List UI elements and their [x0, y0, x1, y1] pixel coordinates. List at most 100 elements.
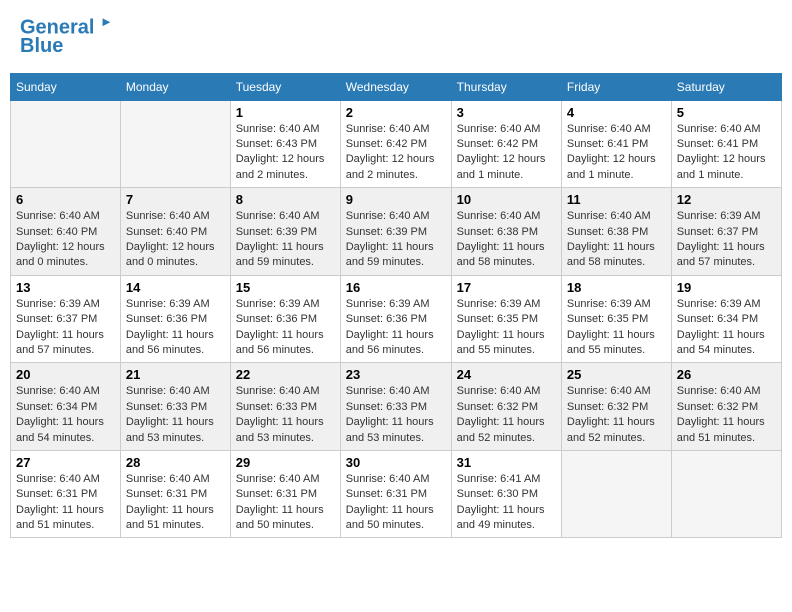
calendar-cell: 12 Sunrise: 6:39 AMSunset: 6:37 PMDayligh… [671, 188, 781, 276]
day-number: 27 [16, 455, 115, 470]
calendar-cell: 18Sunrise: 6:39 AMSunset: 6:35 PMDayligh… [561, 275, 671, 363]
calendar-cell [561, 450, 671, 538]
day-number: 12 [677, 192, 776, 207]
calendar-cell: 8 Sunrise: 6:40 AMSunset: 6:39 PMDaylight… [230, 188, 340, 276]
calendar-cell: 15 Sunrise: 6:39 AMSunset: 6:36 PMDayligh… [230, 275, 340, 363]
calendar-cell [671, 450, 781, 538]
day-number: 25 [567, 367, 666, 382]
day-info: Sunrise: 6:41 AMSunset: 6:30 PMDaylight:… [457, 472, 556, 534]
day-number: 11 [567, 192, 666, 207]
calendar-week-2: 6 Sunrise: 6:40 AMSunset: 6:40 PMDaylight… [11, 188, 782, 276]
day-number: 9 [346, 192, 446, 207]
day-info: Sunrise: 6:40 AMSunset: 6:41 PMDaylight:… [677, 122, 776, 184]
day-number: 15 [236, 280, 335, 295]
day-number: 10 [457, 192, 556, 207]
calendar-cell: 7 Sunrise: 6:40 AMSunset: 6:40 PMDaylight… [120, 188, 230, 276]
day-info: Sunrise: 6:40 AMSunset: 6:39 PMDaylight:… [346, 209, 446, 271]
day-info: Sunrise: 6:40 AMSunset: 6:41 PMDaylight:… [567, 122, 666, 184]
calendar-cell: 11Sunrise: 6:40 AMSunset: 6:38 PMDayligh… [561, 188, 671, 276]
calendar-cell: 4 Sunrise: 6:40 AMSunset: 6:41 PMDaylight… [561, 100, 671, 188]
day-number: 6 [16, 192, 115, 207]
calendar-cell: 10 Sunrise: 6:40 AMSunset: 6:38 PMDayligh… [451, 188, 561, 276]
day-number: 23 [346, 367, 446, 382]
calendar-cell: 5 Sunrise: 6:40 AMSunset: 6:41 PMDaylight… [671, 100, 781, 188]
calendar-cell: 2Sunrise: 6:40 AMSunset: 6:42 PMDaylight… [340, 100, 451, 188]
calendar-cell: 23Sunrise: 6:40 AMSunset: 6:33 PMDayligh… [340, 363, 451, 451]
day-info: Sunrise: 6:39 AMSunset: 6:36 PMDaylight:… [126, 297, 225, 359]
day-number: 20 [16, 367, 115, 382]
calendar-week-4: 20 Sunrise: 6:40 AMSunset: 6:34 PMDayligh… [11, 363, 782, 451]
calendar-cell: 29Sunrise: 6:40 AMSunset: 6:31 PMDayligh… [230, 450, 340, 538]
day-header-tuesday: Tuesday [230, 73, 340, 100]
calendar-cell: 30 Sunrise: 6:40 AMSunset: 6:31 PMDayligh… [340, 450, 451, 538]
calendar-cell: 16 Sunrise: 6:39 AMSunset: 6:36 PMDayligh… [340, 275, 451, 363]
calendar-cell: 21 Sunrise: 6:40 AMSunset: 6:33 PMDayligh… [120, 363, 230, 451]
header-row: SundayMondayTuesdayWednesdayThursdayFrid… [11, 73, 782, 100]
calendar-cell: 24 Sunrise: 6:40 AMSunset: 6:32 PMDayligh… [451, 363, 561, 451]
calendar-week-3: 13 Sunrise: 6:39 AMSunset: 6:37 PMDayligh… [11, 275, 782, 363]
day-number: 24 [457, 367, 556, 382]
day-info: Sunrise: 6:40 AMSunset: 6:43 PMDaylight:… [236, 122, 335, 184]
day-number: 29 [236, 455, 335, 470]
calendar-week-1: 1 Sunrise: 6:40 AMSunset: 6:43 PMDaylight… [11, 100, 782, 188]
day-info: Sunrise: 6:40 AMSunset: 6:42 PMDaylight:… [346, 122, 446, 184]
day-info: Sunrise: 6:39 AMSunset: 6:37 PMDaylight:… [677, 209, 776, 271]
day-info: Sunrise: 6:40 AMSunset: 6:39 PMDaylight:… [236, 209, 335, 271]
day-number: 8 [236, 192, 335, 207]
calendar-cell: 13 Sunrise: 6:39 AMSunset: 6:37 PMDayligh… [11, 275, 121, 363]
day-number: 18 [567, 280, 666, 295]
calendar-table: SundayMondayTuesdayWednesdayThursdayFrid… [10, 73, 782, 539]
day-number: 19 [677, 280, 776, 295]
calendar-cell [11, 100, 121, 188]
calendar-cell: 25 Sunrise: 6:40 AMSunset: 6:32 PMDayligh… [561, 363, 671, 451]
calendar-cell: 28 Sunrise: 6:40 AMSunset: 6:31 PMDayligh… [120, 450, 230, 538]
day-header-monday: Monday [120, 73, 230, 100]
day-info: Sunrise: 6:40 AMSunset: 6:31 PMDaylight:… [16, 472, 115, 534]
day-info: Sunrise: 6:40 AMSunset: 6:40 PMDaylight:… [126, 209, 225, 271]
calendar-cell: 9 Sunrise: 6:40 AMSunset: 6:39 PMDaylight… [340, 188, 451, 276]
day-info: Sunrise: 6:40 AMSunset: 6:38 PMDaylight:… [457, 209, 556, 271]
day-number: 13 [16, 280, 115, 295]
day-info: Sunrise: 6:39 AMSunset: 6:35 PMDaylight:… [457, 297, 556, 359]
day-number: 21 [126, 367, 225, 382]
calendar-cell: 26 Sunrise: 6:40 AMSunset: 6:32 PMDayligh… [671, 363, 781, 451]
calendar-cell: 22Sunrise: 6:40 AMSunset: 6:33 PMDayligh… [230, 363, 340, 451]
calendar-cell: 31 Sunrise: 6:41 AMSunset: 6:30 PMDayligh… [451, 450, 561, 538]
day-number: 26 [677, 367, 776, 382]
day-info: Sunrise: 6:40 AMSunset: 6:32 PMDaylight:… [677, 384, 776, 446]
day-info: Sunrise: 6:40 AMSunset: 6:31 PMDaylight:… [346, 472, 446, 534]
day-number: 5 [677, 105, 776, 120]
day-info: Sunrise: 6:40 AMSunset: 6:33 PMDaylight:… [126, 384, 225, 446]
calendar-cell: 6 Sunrise: 6:40 AMSunset: 6:40 PMDaylight… [11, 188, 121, 276]
day-number: 16 [346, 280, 446, 295]
day-header-saturday: Saturday [671, 73, 781, 100]
day-info: Sunrise: 6:40 AMSunset: 6:31 PMDaylight:… [126, 472, 225, 534]
day-number: 22 [236, 367, 335, 382]
day-number: 30 [346, 455, 446, 470]
day-info: Sunrise: 6:40 AMSunset: 6:40 PMDaylight:… [16, 209, 115, 271]
day-header-wednesday: Wednesday [340, 73, 451, 100]
day-header-thursday: Thursday [451, 73, 561, 100]
day-number: 7 [126, 192, 225, 207]
day-header-sunday: Sunday [11, 73, 121, 100]
day-number: 17 [457, 280, 556, 295]
calendar-cell: 17 Sunrise: 6:39 AMSunset: 6:35 PMDayligh… [451, 275, 561, 363]
day-info: Sunrise: 6:40 AMSunset: 6:34 PMDaylight:… [16, 384, 115, 446]
calendar-cell: 19Sunrise: 6:39 AMSunset: 6:34 PMDayligh… [671, 275, 781, 363]
calendar-cell: 27 Sunrise: 6:40 AMSunset: 6:31 PMDayligh… [11, 450, 121, 538]
calendar-cell [120, 100, 230, 188]
calendar-week-5: 27 Sunrise: 6:40 AMSunset: 6:31 PMDayligh… [11, 450, 782, 538]
day-number: 31 [457, 455, 556, 470]
day-info: Sunrise: 6:40 AMSunset: 6:32 PMDaylight:… [567, 384, 666, 446]
day-info: Sunrise: 6:39 AMSunset: 6:36 PMDaylight:… [236, 297, 335, 359]
page-header: General ► Blue [10, 10, 782, 63]
calendar-cell: 20 Sunrise: 6:40 AMSunset: 6:34 PMDayligh… [11, 363, 121, 451]
day-number: 28 [126, 455, 225, 470]
day-info: Sunrise: 6:39 AMSunset: 6:37 PMDaylight:… [16, 297, 115, 359]
day-info: Sunrise: 6:39 AMSunset: 6:36 PMDaylight:… [346, 297, 446, 359]
day-number: 1 [236, 105, 335, 120]
calendar-cell: 3Sunrise: 6:40 AMSunset: 6:42 PMDaylight… [451, 100, 561, 188]
day-info: Sunrise: 6:40 AMSunset: 6:32 PMDaylight:… [457, 384, 556, 446]
day-number: 3 [457, 105, 556, 120]
day-number: 4 [567, 105, 666, 120]
